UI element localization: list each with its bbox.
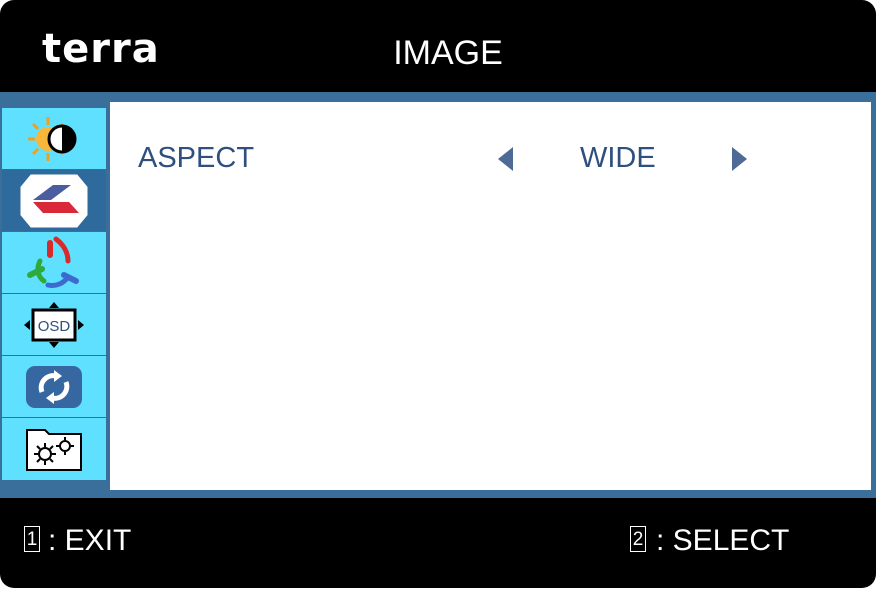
sidebar-item-brightness[interactable] <box>2 108 106 170</box>
misc-settings-icon <box>26 429 82 471</box>
sidebar-item-image[interactable] <box>2 170 106 232</box>
osd-menu: terra IMAGE OSD ASPECT WIDE 1: EXIT 2:… <box>0 0 876 588</box>
osd-settings-icon: OSD <box>24 301 84 348</box>
select-key-icon[interactable]: 2 <box>630 526 646 552</box>
rgb-color-icon <box>27 236 79 288</box>
select-label: : SELECT <box>656 524 790 557</box>
aspect-label: ASPECT <box>138 142 255 174</box>
next-option-arrow-icon[interactable] <box>732 147 747 171</box>
osd-header: terra IMAGE <box>0 0 876 92</box>
reset-icon <box>26 365 82 408</box>
page-title: IMAGE <box>393 34 503 72</box>
sidebar-item-misc[interactable] <box>2 418 106 480</box>
aspect-value[interactable]: WIDE <box>580 142 656 175</box>
sidebar-item-color[interactable] <box>2 232 106 294</box>
settings-panel: ASPECT WIDE <box>110 102 871 490</box>
osd-icon-label: OSD <box>38 318 71 335</box>
sidebar-item-reset[interactable] <box>2 356 106 418</box>
image-aspect-icon <box>20 174 88 227</box>
sidebar-item-osd[interactable]: OSD <box>2 294 106 356</box>
exit-label: : EXIT <box>48 524 132 557</box>
brightness-contrast-icon <box>28 116 77 161</box>
exit-key-icon[interactable]: 1 <box>24 526 40 552</box>
previous-option-arrow-icon[interactable] <box>498 147 513 171</box>
sidebar: OSD <box>0 108 106 486</box>
